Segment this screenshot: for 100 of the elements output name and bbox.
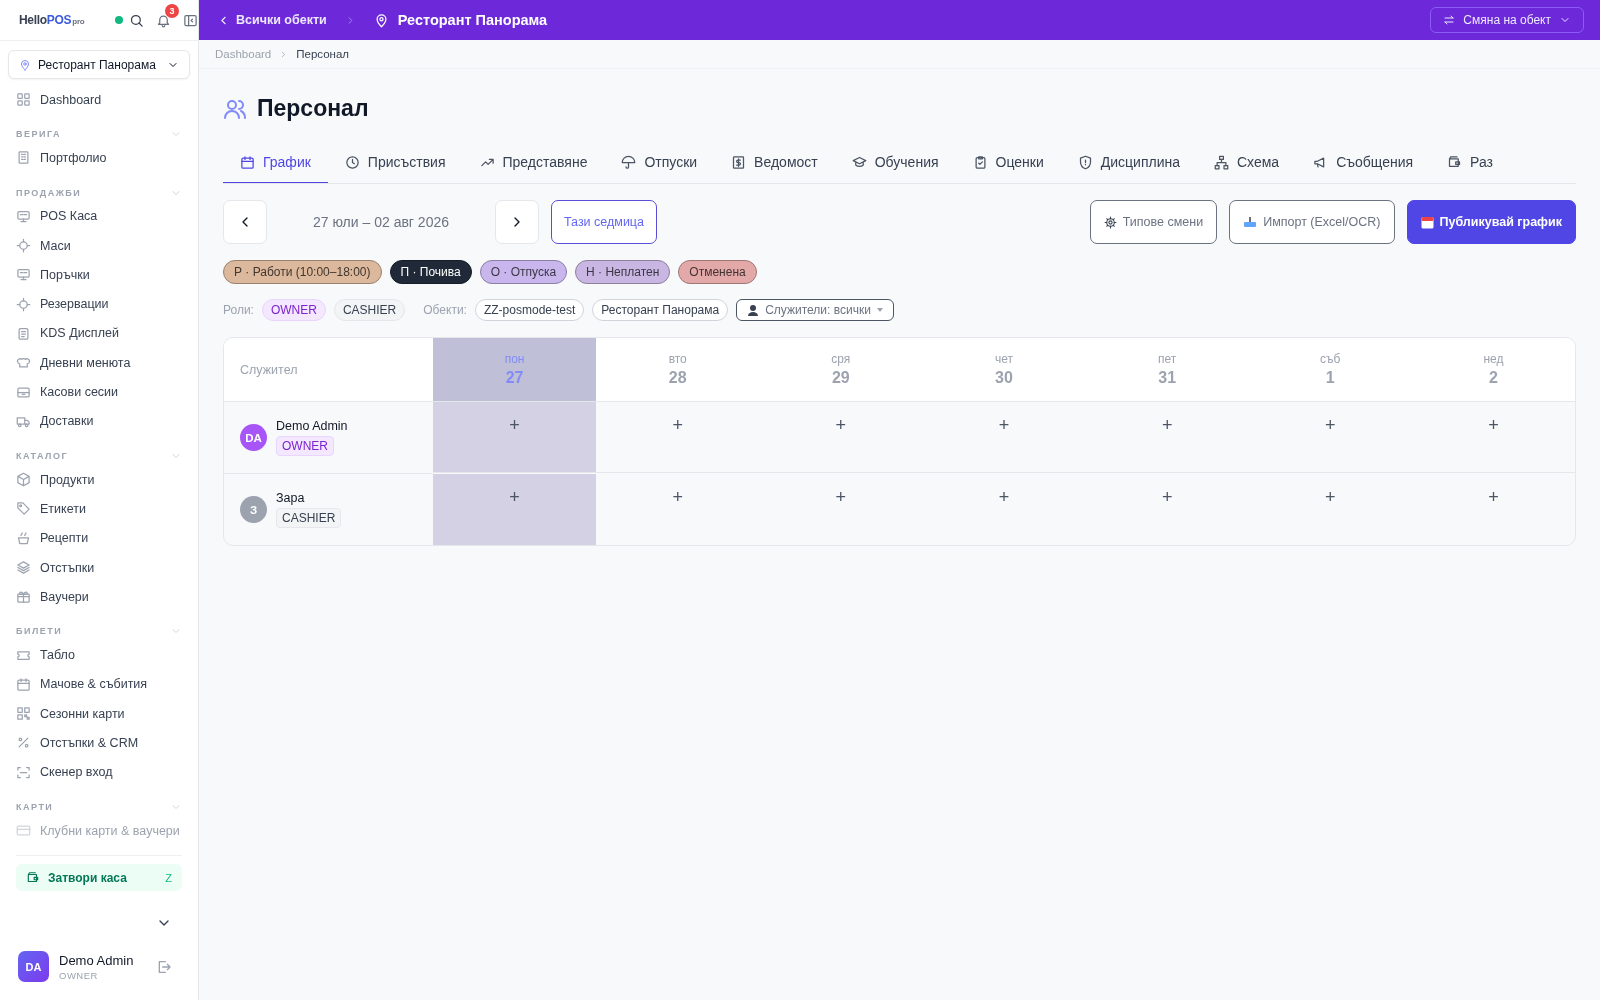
publish-button[interactable]: Публикувай график	[1406, 200, 1576, 244]
tab[interactable]: Оценки	[955, 144, 1061, 183]
tab[interactable]: Дисциплина	[1060, 144, 1197, 183]
nav-item[interactable]: Отстъпки & CRM	[8, 728, 190, 758]
employee-name: Demo Admin	[276, 419, 348, 433]
day-header: сря 29	[759, 338, 923, 402]
add-shift-button[interactable]: +	[831, 416, 851, 434]
chef-hat-icon	[16, 355, 31, 371]
location-title: Ресторант Панорама	[397, 12, 548, 28]
nav-item[interactable]: Маси	[8, 230, 190, 261]
calendar-icon	[240, 154, 255, 170]
add-shift-button[interactable]: +	[994, 416, 1014, 434]
role-filter-chip[interactable]: OWNER	[261, 299, 326, 321]
person-icon	[747, 304, 760, 316]
site-filter-chip[interactable]: ZZ-posmode-test	[474, 299, 585, 321]
day-header: вто 28	[596, 338, 760, 402]
legend-chip: Н · Неплатен	[575, 260, 671, 284]
day-header: чет 30	[922, 338, 1086, 402]
add-shift-button[interactable]: +	[668, 488, 687, 506]
tab[interactable]: Обучения	[834, 144, 956, 183]
day-header: пон 27	[433, 338, 597, 402]
tab[interactable]: Раз	[1430, 144, 1511, 183]
add-shift-button[interactable]: +	[1321, 416, 1340, 434]
switch-location-button[interactable]: Смяна на обект	[1430, 7, 1584, 33]
close-register-button[interactable]: Затвори каса Z	[16, 864, 182, 892]
next-week-button[interactable]	[495, 200, 539, 244]
nav-item[interactable]: Поръчки	[8, 260, 190, 290]
location-select[interactable]: Ресторант Панорама	[8, 50, 190, 79]
nav-item[interactable]: Скенер вход	[8, 757, 190, 787]
tab[interactable]: Представяне	[462, 144, 605, 183]
day-header: нед 2	[1411, 338, 1575, 402]
nav-item[interactable]: Мачове & събития	[8, 669, 190, 700]
qr-icon	[16, 706, 31, 722]
add-shift-button[interactable]: +	[1321, 488, 1340, 506]
nav-item[interactable]: Касови сесии	[8, 377, 190, 407]
hierarchy-icon	[1214, 154, 1229, 170]
column-header: Служител	[240, 362, 298, 377]
nav-item[interactable]: Рецепти	[8, 523, 190, 553]
nav-item[interactable]: Портфолио	[8, 143, 190, 173]
legend-chip: О · Отпуска	[479, 260, 568, 284]
employee-avatar: DA	[240, 424, 267, 451]
section-heading: ПРОДАЖБИ	[16, 187, 82, 198]
nav-item[interactable]: Сезонни карти	[8, 699, 190, 729]
monitor-icon	[16, 208, 31, 224]
add-shift-button[interactable]: +	[1484, 488, 1503, 506]
card-icon	[16, 823, 31, 839]
employee-filter-dropdown[interactable]: Служители: всички	[736, 299, 894, 321]
week-range: 27 юли – 02 авг 2026	[311, 214, 450, 230]
calendar-icon	[1420, 215, 1434, 229]
back-link[interactable]: Всички обекти	[217, 13, 327, 27]
add-shift-button[interactable]: +	[505, 416, 524, 434]
search-button[interactable]	[129, 12, 144, 28]
nav-item[interactable]: KDS Дисплей	[8, 318, 190, 349]
add-shift-button[interactable]: +	[668, 416, 687, 434]
tab[interactable]: Схема	[1197, 144, 1297, 183]
previous-week-button[interactable]	[223, 200, 267, 244]
shift-types-button[interactable]: Типове смени	[1089, 200, 1218, 244]
tab[interactable]: График	[223, 144, 328, 183]
nav-item[interactable]: Етикети	[8, 494, 190, 524]
role-badge: OWNER	[276, 436, 334, 456]
add-shift-button[interactable]: +	[1484, 416, 1503, 434]
filter-label: Обекти:	[423, 303, 467, 317]
filter-label: Роли:	[223, 303, 254, 317]
site-filter-chip[interactable]: Ресторант Панорама	[592, 299, 729, 321]
nav-item[interactable]: Табло	[8, 640, 190, 670]
nav-item[interactable]: Dashboard	[8, 85, 190, 115]
add-shift-button[interactable]: +	[831, 488, 851, 506]
shield-icon	[1077, 154, 1093, 170]
nav-item[interactable]: Продукти	[8, 464, 190, 495]
user-avatar: DA	[18, 951, 49, 982]
user-name: Demo Admin	[59, 952, 135, 968]
layers-icon	[16, 560, 31, 575]
legend-chip: Р · Работи (10:00–18:00)	[223, 260, 382, 284]
nav-item[interactable]: Ваучери	[8, 582, 190, 612]
add-shift-button[interactable]: +	[1157, 488, 1177, 506]
day-header: пет 31	[1085, 338, 1249, 402]
nav-item[interactable]: Отстъпки	[8, 552, 190, 583]
search-icon	[129, 12, 144, 28]
logout-button[interactable]	[156, 958, 172, 975]
tab[interactable]: Присъствия	[327, 144, 463, 183]
this-week-button[interactable]: Тази седмица	[551, 200, 657, 244]
tab[interactable]: Отпуски	[604, 144, 715, 183]
gear-icon	[1103, 215, 1117, 229]
dollar-document-icon	[731, 154, 747, 170]
tab[interactable]: Съобщения	[1296, 144, 1431, 183]
role-filter-chip[interactable]: CASHIER	[333, 299, 406, 321]
nav-item[interactable]: Доставки	[8, 406, 190, 436]
nav-item[interactable]: POS Каса	[8, 201, 190, 231]
monitor-icon	[16, 267, 31, 283]
add-shift-button[interactable]: +	[1157, 416, 1177, 434]
clipboard-check-icon	[972, 154, 988, 170]
tab[interactable]: Ведомост	[714, 144, 835, 183]
import-button[interactable]: Импорт (Excel/OCR)	[1229, 200, 1395, 244]
add-shift-button[interactable]: +	[505, 488, 524, 506]
crosshair-icon	[16, 296, 31, 312]
legend-chip: Отменена	[678, 260, 757, 284]
nav-item[interactable]: Дневни менюта	[8, 348, 190, 378]
add-shift-button[interactable]: +	[994, 488, 1014, 506]
gift-icon	[16, 589, 31, 605]
nav-item[interactable]: Резервации	[8, 289, 190, 319]
